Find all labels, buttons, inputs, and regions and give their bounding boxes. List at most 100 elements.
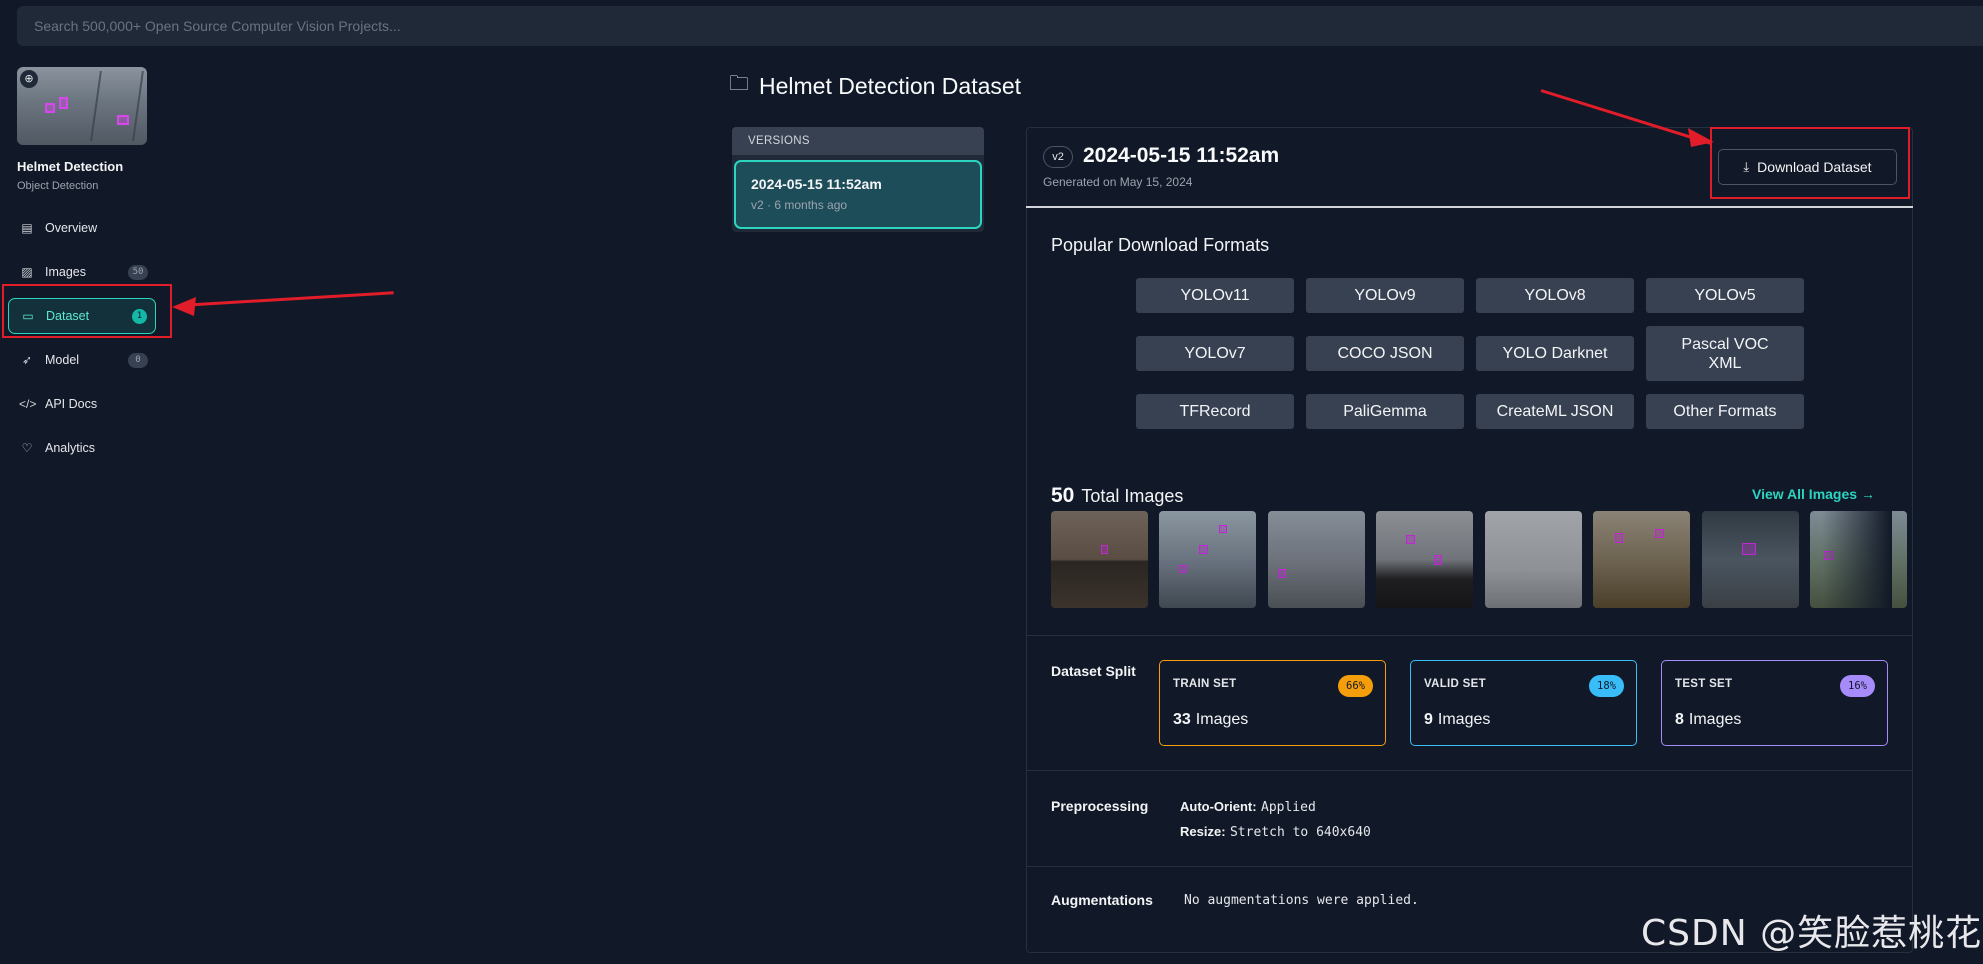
preprocessing-value: Applied <box>1261 800 1316 815</box>
count-badge: 0 <box>128 352 148 368</box>
page-title: 🗀 Helmet Detection Dataset <box>729 69 1021 103</box>
project-name: Helmet Detection <box>17 159 124 174</box>
image-thumbnail[interactable] <box>1485 511 1582 608</box>
sidebar-item-overview[interactable]: ▤ Overview <box>8 210 156 246</box>
format-yolov7-button[interactable]: YOLOv7 <box>1136 336 1294 371</box>
bounding-box <box>1219 525 1227 533</box>
test-set-count: 8 Images <box>1675 711 1887 729</box>
bounding-box <box>45 103 55 113</box>
versions-header: VERSIONS <box>732 127 984 155</box>
valid-set-card: VALID SET 18% 9 Images <box>1410 660 1637 746</box>
format-yolov8-button[interactable]: YOLOv8 <box>1476 278 1634 313</box>
search-bar[interactable] <box>17 6 1983 46</box>
sidebar-item-label: API Docs <box>45 397 98 411</box>
annotation-box <box>2 284 172 338</box>
bounding-box <box>1278 569 1286 578</box>
version-meta: v2 · 6 months ago <box>751 198 848 212</box>
project-thumbnail[interactable]: ⊕ <box>17 67 147 145</box>
bounding-box <box>1615 533 1623 543</box>
sidebar-item-api-docs[interactable]: </> API Docs <box>8 386 156 422</box>
valid-set-count-number: 9 <box>1424 711 1433 728</box>
heart-pulse-icon: ♡ <box>21 441 33 455</box>
generated-date: Generated on May 15, 2024 <box>1043 175 1193 189</box>
search-input[interactable] <box>17 6 1983 46</box>
format-yolov11-button[interactable]: YOLOv11 <box>1136 278 1294 313</box>
image-thumbnail[interactable] <box>1051 511 1148 608</box>
format-tfrecord-button[interactable]: TFRecord <box>1136 394 1294 429</box>
test-set-percent: 16% <box>1840 675 1875 697</box>
divider <box>1026 770 1913 771</box>
format-yolo-darknet-button[interactable]: YOLO Darknet <box>1476 336 1634 371</box>
divider <box>1026 635 1913 636</box>
bounding-box <box>1179 565 1187 573</box>
globe-icon[interactable]: ⊕ <box>20 70 38 88</box>
train-set-count-unit: Images <box>1195 711 1249 728</box>
train-set-count-number: 33 <box>1173 711 1191 728</box>
format-createml-json-button[interactable]: CreateML JSON <box>1476 394 1634 429</box>
valid-set-percent: 18% <box>1589 675 1624 697</box>
format-paligemma-button[interactable]: PaliGemma <box>1306 394 1464 429</box>
bounding-box <box>1199 545 1208 554</box>
format-yolov5-button[interactable]: YOLOv5 <box>1646 278 1804 313</box>
valid-set-count: 9 Images <box>1424 711 1636 729</box>
sidebar-item-analytics[interactable]: ♡ Analytics <box>8 430 156 466</box>
thumbnail-fade <box>1822 511 1892 608</box>
format-other-formats-button[interactable]: Other Formats <box>1646 394 1804 429</box>
version-badge: v2 <box>1043 146 1073 168</box>
code-icon: </> <box>19 397 37 411</box>
image-thumbnail[interactable] <box>1268 511 1365 608</box>
preprocessing-label: Preprocessing <box>1051 798 1149 814</box>
project-type: Object Detection <box>17 180 99 192</box>
total-images: 50 Total Images <box>1051 484 1183 508</box>
divider <box>1026 206 1913 208</box>
valid-set-count-unit: Images <box>1437 711 1491 728</box>
bounding-box <box>1101 545 1108 554</box>
format-yolov9-button[interactable]: YOLOv9 <box>1306 278 1464 313</box>
sidebar-item-model[interactable]: ➶ Model 0 <box>8 342 156 378</box>
annotation-box <box>1710 127 1910 199</box>
tower-graphic <box>90 71 144 141</box>
images-icon: ▨ <box>21 265 33 279</box>
formats-title: Popular Download Formats <box>1051 235 1270 255</box>
annotation-arrow <box>179 291 394 307</box>
test-set-card: TEST SET 16% 8 Images <box>1661 660 1888 746</box>
versions-panel: VERSIONS 2024-05-15 11:52am v2 · 6 month… <box>732 127 984 232</box>
preprocessing-key: Auto-Orient: <box>1180 799 1257 814</box>
train-set-card: TRAIN SET 66% 33 Images <box>1159 660 1386 746</box>
bounding-box <box>1742 543 1756 555</box>
preprocessing-resize: Resize: Stretch to 640x640 <box>1180 823 1371 841</box>
test-set-count-number: 8 <box>1675 711 1684 728</box>
sidebar-item-label: Overview <box>45 221 98 235</box>
image-thumbnail[interactable] <box>1159 511 1256 608</box>
preprocessing-key: Resize: <box>1180 824 1226 839</box>
version-title: 2024-05-15 11:52am <box>1083 144 1280 167</box>
image-thumbnail[interactable] <box>1702 511 1799 608</box>
rocket-icon: ➶ <box>21 353 33 367</box>
image-thumbnail[interactable] <box>1593 511 1690 608</box>
count-badge: 50 <box>128 264 148 280</box>
preprocessing-value: Stretch to 640x640 <box>1229 825 1371 840</box>
test-set-count-unit: Images <box>1688 711 1742 728</box>
bounding-box <box>1434 555 1442 565</box>
total-images-count: 50 <box>1051 484 1075 507</box>
bounding-box <box>1655 529 1664 538</box>
bounding-box <box>59 97 68 109</box>
view-all-images-link[interactable]: View All Images → <box>1752 486 1875 502</box>
version-item[interactable]: 2024-05-15 11:52am v2 · 6 months ago <box>734 160 982 229</box>
format-coco-json-button[interactable]: COCO JSON <box>1306 336 1464 371</box>
document-icon: ▤ <box>21 221 33 235</box>
sidebar-item-label: Model <box>45 353 80 367</box>
image-thumbnail[interactable] <box>1376 511 1473 608</box>
train-set-percent: 66% <box>1338 675 1373 697</box>
folder-icon: 🗀 <box>729 73 749 95</box>
sidebar-item-label: Analytics <box>45 441 96 455</box>
bounding-box <box>1406 535 1415 544</box>
bounding-box <box>117 115 129 125</box>
version-date: 2024-05-15 11:52am <box>751 176 882 192</box>
sidebar-item-label: Images <box>45 265 86 279</box>
dataset-split-label: Dataset Split <box>1051 663 1136 679</box>
augmentations-label: Augmentations <box>1051 892 1153 908</box>
page-title-text: Helmet Detection Dataset <box>759 72 1022 99</box>
format-pascal-voc-xml-button[interactable]: Pascal VOC XML <box>1646 326 1804 381</box>
preprocessing-auto-orient: Auto-Orient: Applied <box>1180 798 1316 816</box>
